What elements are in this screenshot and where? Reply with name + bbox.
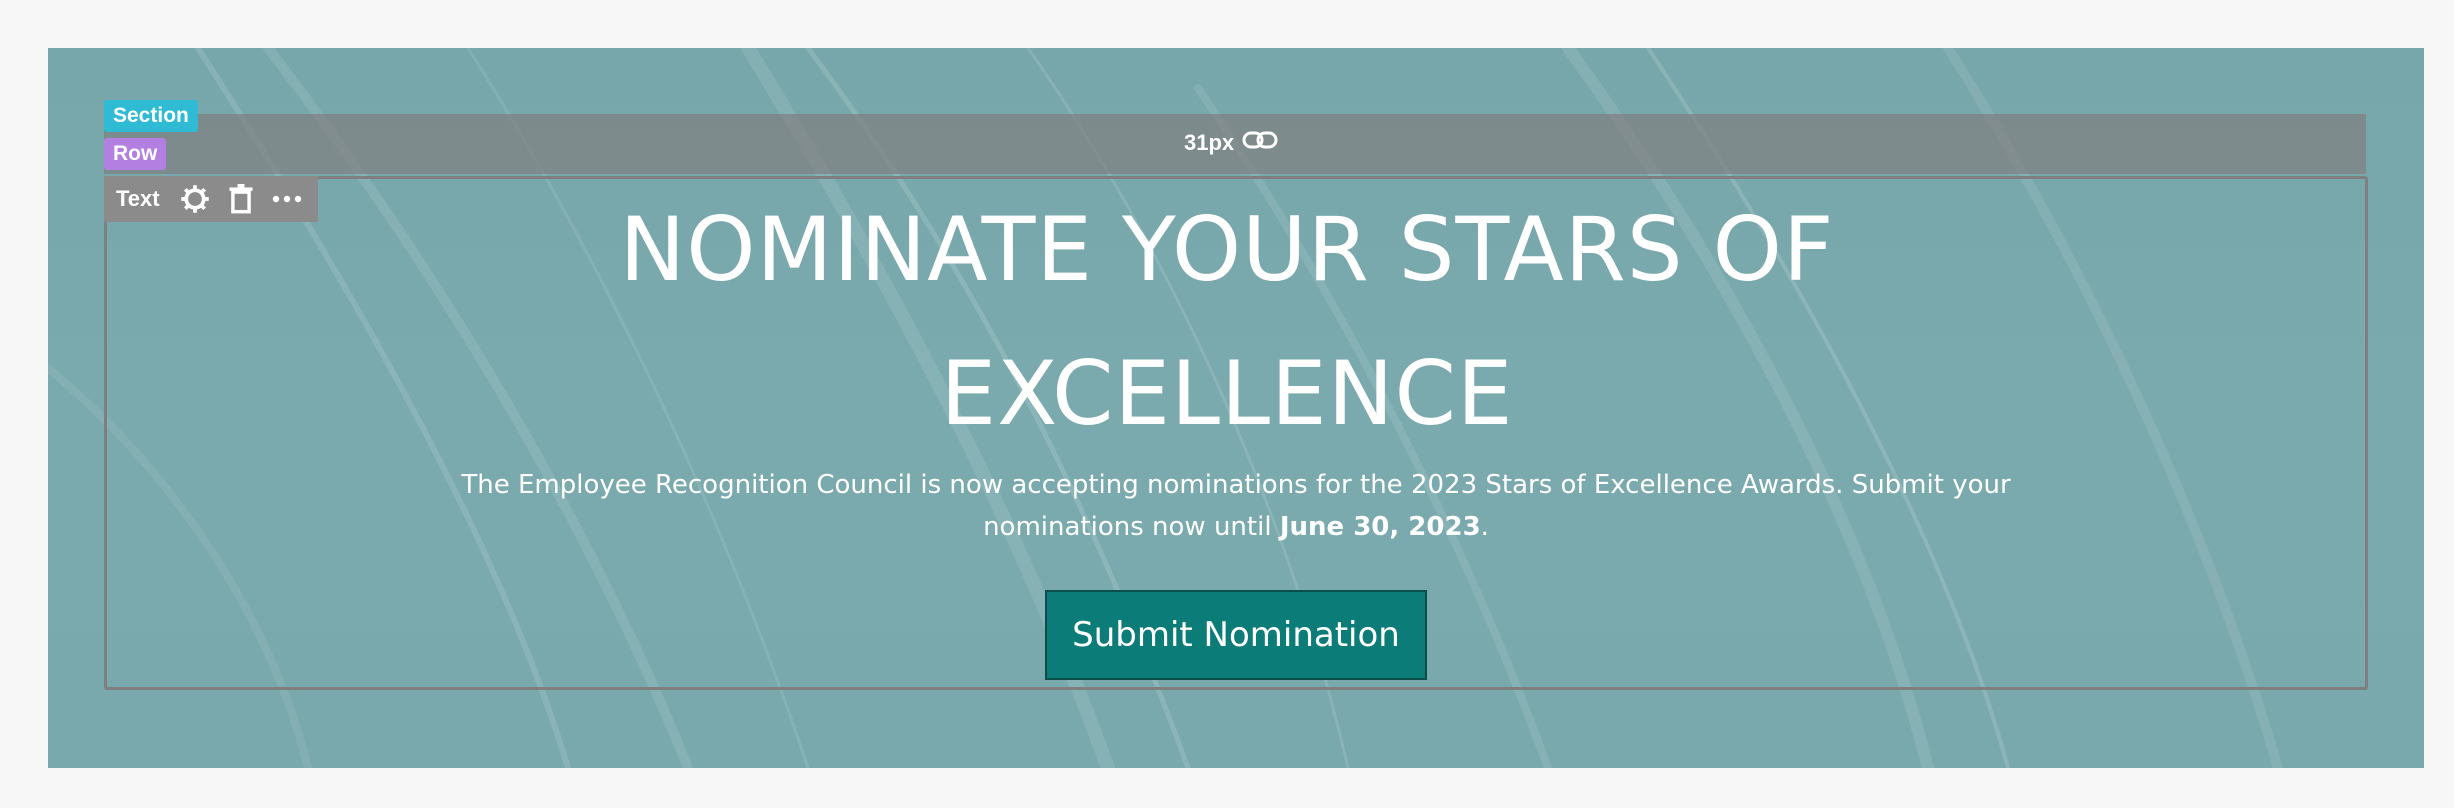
section-label[interactable]: Section <box>104 100 198 132</box>
headline-line-2: EXCELLENCE <box>940 342 1514 445</box>
description-end: . <box>1480 512 1489 542</box>
row-label[interactable]: Row <box>104 138 167 170</box>
row-spacing-indicator[interactable]: 31px <box>1184 127 1278 159</box>
deadline-date: June 30, 2023 <box>1279 512 1481 542</box>
headline-line-1: NOMINATE YOUR STARS OF <box>619 198 1835 301</box>
submit-nomination-button[interactable]: Submit Nomination <box>1045 590 1427 680</box>
page-canvas: 31px Section Row Text NOMINATE YOUR STAR… <box>0 0 2454 808</box>
hero-description: The Employee Recognition Council is now … <box>380 464 2092 548</box>
description-text: The Employee Recognition Council is now … <box>461 470 2011 542</box>
spacing-value: 31px <box>1184 130 1235 155</box>
link-icon[interactable] <box>1242 127 1278 159</box>
